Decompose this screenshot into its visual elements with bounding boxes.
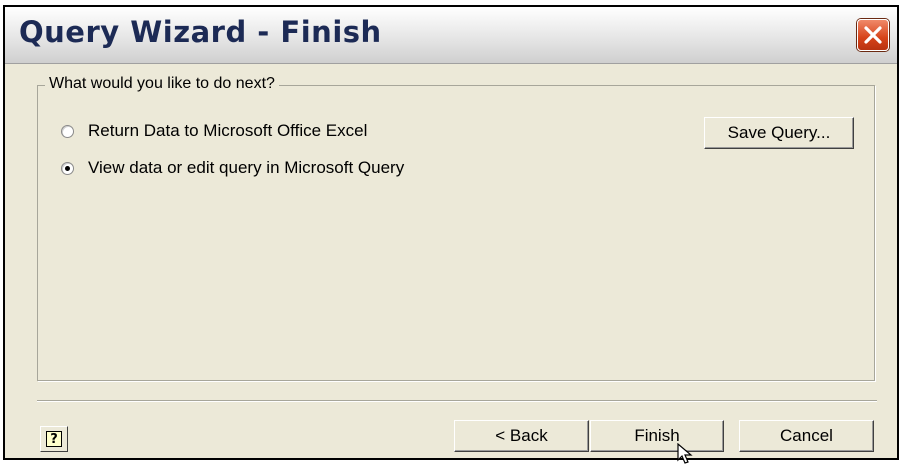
option-return-data-to-excel[interactable]: Return Data to Microsoft Office Excel	[61, 120, 367, 142]
return-data-radio[interactable]	[61, 124, 74, 138]
mouse-pointer-icon	[677, 443, 693, 464]
option-label: Return Data to Microsoft Office Excel	[88, 121, 368, 140]
cancel-button[interactable]: Cancel	[739, 420, 874, 452]
back-button[interactable]: < Back	[454, 420, 589, 452]
help-button[interactable]: ?	[40, 426, 68, 452]
groupbox-legend: What would you like to do next?	[45, 75, 279, 93]
close-button[interactable]	[857, 19, 889, 51]
option-label: View data or edit query in Microsoft Que…	[88, 158, 405, 177]
help-icon: ?	[46, 431, 62, 447]
close-icon	[864, 26, 882, 44]
option-view-in-microsoft-query[interactable]: View data or edit query in Microsoft Que…	[61, 157, 404, 179]
save-query-button[interactable]: Save Query...	[704, 117, 854, 149]
footer-separator	[37, 400, 877, 402]
title-bar[interactable]: Query Wizard - Finish	[5, 7, 897, 64]
query-wizard-dialog: Query Wizard - Finish What would you lik…	[3, 5, 899, 464]
view-data-radio[interactable]	[61, 161, 74, 175]
finish-button[interactable]: Finish	[590, 420, 724, 452]
window-title: Query Wizard - Finish	[19, 15, 382, 49]
